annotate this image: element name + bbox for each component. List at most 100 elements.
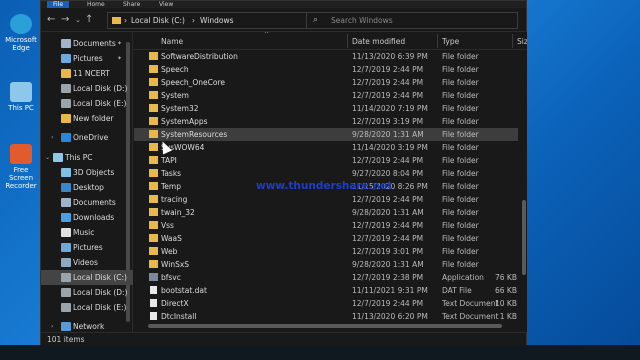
sidebar-item-pictures[interactable]: Pictures ✦ bbox=[41, 51, 133, 66]
breadcrumb-windows[interactable]: Windows bbox=[200, 16, 233, 25]
column-divider[interactable] bbox=[347, 34, 348, 48]
file-name: Tasks bbox=[161, 169, 182, 178]
table-row[interactable]: SysWOW64 11/14/2020 3:19 PM File folder bbox=[134, 141, 518, 154]
folder-icon bbox=[149, 208, 158, 216]
sidebar-item-new-folder[interactable]: New folder bbox=[41, 111, 133, 126]
tab-share[interactable]: Share bbox=[117, 1, 146, 8]
horizontal-scrollbar[interactable] bbox=[134, 322, 520, 330]
vertical-scroll-thumb[interactable] bbox=[522, 200, 526, 275]
pin-icon: ✦ bbox=[117, 40, 123, 47]
sidebar-item-documents[interactable]: Documents bbox=[41, 195, 133, 210]
folder-icon bbox=[61, 114, 71, 123]
sidebar-item-local-disk-d[interactable]: Local Disk (D:) bbox=[41, 285, 133, 300]
back-icon[interactable]: ← bbox=[47, 14, 55, 26]
table-row[interactable]: DtcInstall 11/13/2020 6:20 PM Text Documen… bbox=[134, 310, 518, 323]
folder-icon bbox=[149, 169, 158, 177]
breadcrumb-local-disk-c[interactable]: Local Disk (C:) bbox=[131, 16, 185, 25]
file-date: 12/7/2019 2:44 PM bbox=[352, 65, 424, 74]
column-divider[interactable] bbox=[512, 34, 513, 48]
chevron-down-icon[interactable]: ⌄ bbox=[45, 150, 50, 165]
table-row[interactable]: Vss 12/7/2019 2:44 PM File folder bbox=[134, 219, 518, 232]
sidebar-item-3d-objects[interactable]: 3D Objects bbox=[41, 165, 133, 180]
column-header-name[interactable]: Name bbox=[161, 37, 183, 46]
column-header-type[interactable]: Type bbox=[442, 37, 459, 46]
column-header-date[interactable]: Date modified bbox=[352, 37, 405, 46]
sidebar-item-local-disk-c[interactable]: Local Disk (C:) bbox=[41, 270, 133, 285]
sidebar-item-music[interactable]: Music bbox=[41, 225, 133, 240]
file-name: SoftwareDistribution bbox=[161, 52, 238, 61]
vertical-scrollbar[interactable] bbox=[520, 50, 527, 332]
table-row[interactable]: Speech 12/7/2019 2:44 PM File folder bbox=[134, 63, 518, 76]
drive-icon bbox=[61, 99, 71, 108]
sidebar-item-local-disk-e[interactable]: Local Disk (E:) bbox=[41, 96, 133, 111]
table-row[interactable]: tracing 12/7/2019 2:44 PM File folder bbox=[134, 193, 518, 206]
sidebar-item-documents[interactable]: Documents ✦ bbox=[41, 36, 133, 51]
table-row[interactable]: DirectX 12/7/2019 2:44 PM Text Document 10 … bbox=[134, 297, 518, 310]
sidebar-item-label: This PC bbox=[65, 153, 93, 162]
tab-file[interactable]: File bbox=[47, 1, 70, 8]
file-date: 11/11/2021 9:31 PM bbox=[352, 286, 428, 295]
sidebar-item-videos[interactable]: Videos bbox=[41, 255, 133, 270]
chevron-down-icon[interactable]: ⌄ bbox=[75, 14, 81, 26]
sidebar-item-label: New folder bbox=[73, 114, 114, 123]
table-row[interactable]: bootstat.dat 11/11/2021 9:31 PM DAT File 66… bbox=[134, 284, 518, 297]
table-row[interactable]: SoftwareDistribution 11/13/2020 6:39 PM Fi… bbox=[134, 50, 518, 63]
desktop-icon-screen-recorder[interactable]: Free Screen Recorder bbox=[1, 144, 41, 190]
table-row[interactable]: WaaS 12/7/2019 2:44 PM File folder bbox=[134, 232, 518, 245]
table-row[interactable]: Speech_OneCore 12/7/2019 2:44 PM File fold… bbox=[134, 76, 518, 89]
chevron-right-icon[interactable]: › bbox=[51, 130, 53, 145]
column-divider[interactable] bbox=[437, 34, 438, 48]
pictures-icon bbox=[61, 54, 71, 63]
tab-view[interactable]: View bbox=[153, 1, 179, 8]
sidebar-item-label: Pictures bbox=[73, 54, 103, 63]
edge-icon bbox=[10, 14, 32, 34]
folder-icon bbox=[149, 221, 158, 229]
horizontal-scroll-thumb[interactable] bbox=[148, 324, 502, 328]
folder-icon bbox=[149, 260, 158, 268]
file-name: Web bbox=[161, 247, 178, 256]
file-size: 10 KB bbox=[495, 299, 517, 308]
folder-icon bbox=[149, 130, 158, 138]
table-row[interactable]: twain_32 9/28/2020 1:31 AM File folder bbox=[134, 206, 518, 219]
up-icon[interactable]: ↑ bbox=[85, 14, 93, 26]
file-type: File folder bbox=[442, 65, 479, 74]
pin-icon: ✦ bbox=[117, 55, 123, 62]
table-row[interactable]: bfsvc 12/7/2019 2:38 PM Application 76 KB bbox=[134, 271, 518, 284]
sidebar-item-local-disk-d[interactable]: Local Disk (D:) bbox=[41, 81, 133, 96]
forward-icon[interactable]: → bbox=[61, 14, 69, 26]
table-row[interactable]: SystemResources 9/28/2020 1:31 AM File fol… bbox=[134, 128, 518, 141]
videos-icon bbox=[61, 258, 71, 267]
file-date: 12/7/2019 2:44 PM bbox=[352, 195, 424, 204]
search-input[interactable]: Search Windows bbox=[331, 16, 393, 25]
sidebar-item-pictures[interactable]: Pictures bbox=[41, 240, 133, 255]
file-name: bfsvc bbox=[161, 273, 181, 282]
desktop-icon-edge[interactable]: Microsoft Edge bbox=[1, 14, 41, 52]
sidebar-item-this-pc[interactable]: ⌄ This PC bbox=[41, 150, 133, 165]
column-header-size[interactable]: Size bbox=[517, 37, 527, 46]
folder-icon bbox=[61, 69, 71, 78]
address-bar[interactable]: › Local Disk (C:) › Windows ⌄ ↻ bbox=[107, 12, 339, 29]
desktop-icon-this-pc[interactable]: This PC bbox=[1, 82, 41, 112]
file-date: 12/7/2019 2:38 PM bbox=[352, 273, 424, 282]
sidebar-item-desktop[interactable]: Desktop bbox=[41, 180, 133, 195]
file-icon bbox=[150, 312, 157, 320]
taskbar[interactable] bbox=[0, 345, 640, 360]
drive-icon bbox=[61, 84, 71, 93]
file-name: TAPI bbox=[161, 156, 177, 165]
search-box[interactable]: ⌕ Search Windows bbox=[306, 12, 518, 29]
file-size: 66 KB bbox=[495, 286, 517, 295]
sidebar-item-downloads[interactable]: Downloads bbox=[41, 210, 133, 225]
table-row[interactable]: System32 11/14/2020 7:19 PM File folder bbox=[134, 102, 518, 115]
table-row[interactable]: Web 12/7/2019 3:01 PM File folder bbox=[134, 245, 518, 258]
sidebar-item-onedrive[interactable]: › OneDrive bbox=[41, 130, 133, 145]
table-row[interactable]: WinSxS 9/28/2020 1:31 AM File folder bbox=[134, 258, 518, 271]
table-row[interactable]: System 12/7/2019 2:44 PM File folder bbox=[134, 89, 518, 102]
table-row[interactable]: SystemApps 12/7/2019 3:19 PM File folder bbox=[134, 115, 518, 128]
table-row[interactable]: TAPI 12/7/2019 2:44 PM File folder bbox=[134, 154, 518, 167]
folder-icon bbox=[112, 17, 121, 24]
tab-home[interactable]: Home bbox=[81, 1, 111, 8]
sidebar-item-local-disk-e[interactable]: Local Disk (E:) bbox=[41, 300, 133, 315]
table-row[interactable]: Tasks 9/27/2020 8:04 PM File folder bbox=[134, 167, 518, 180]
file-type: File folder bbox=[442, 169, 479, 178]
sidebar-item-11-ncert[interactable]: 11 NCERT bbox=[41, 66, 133, 81]
